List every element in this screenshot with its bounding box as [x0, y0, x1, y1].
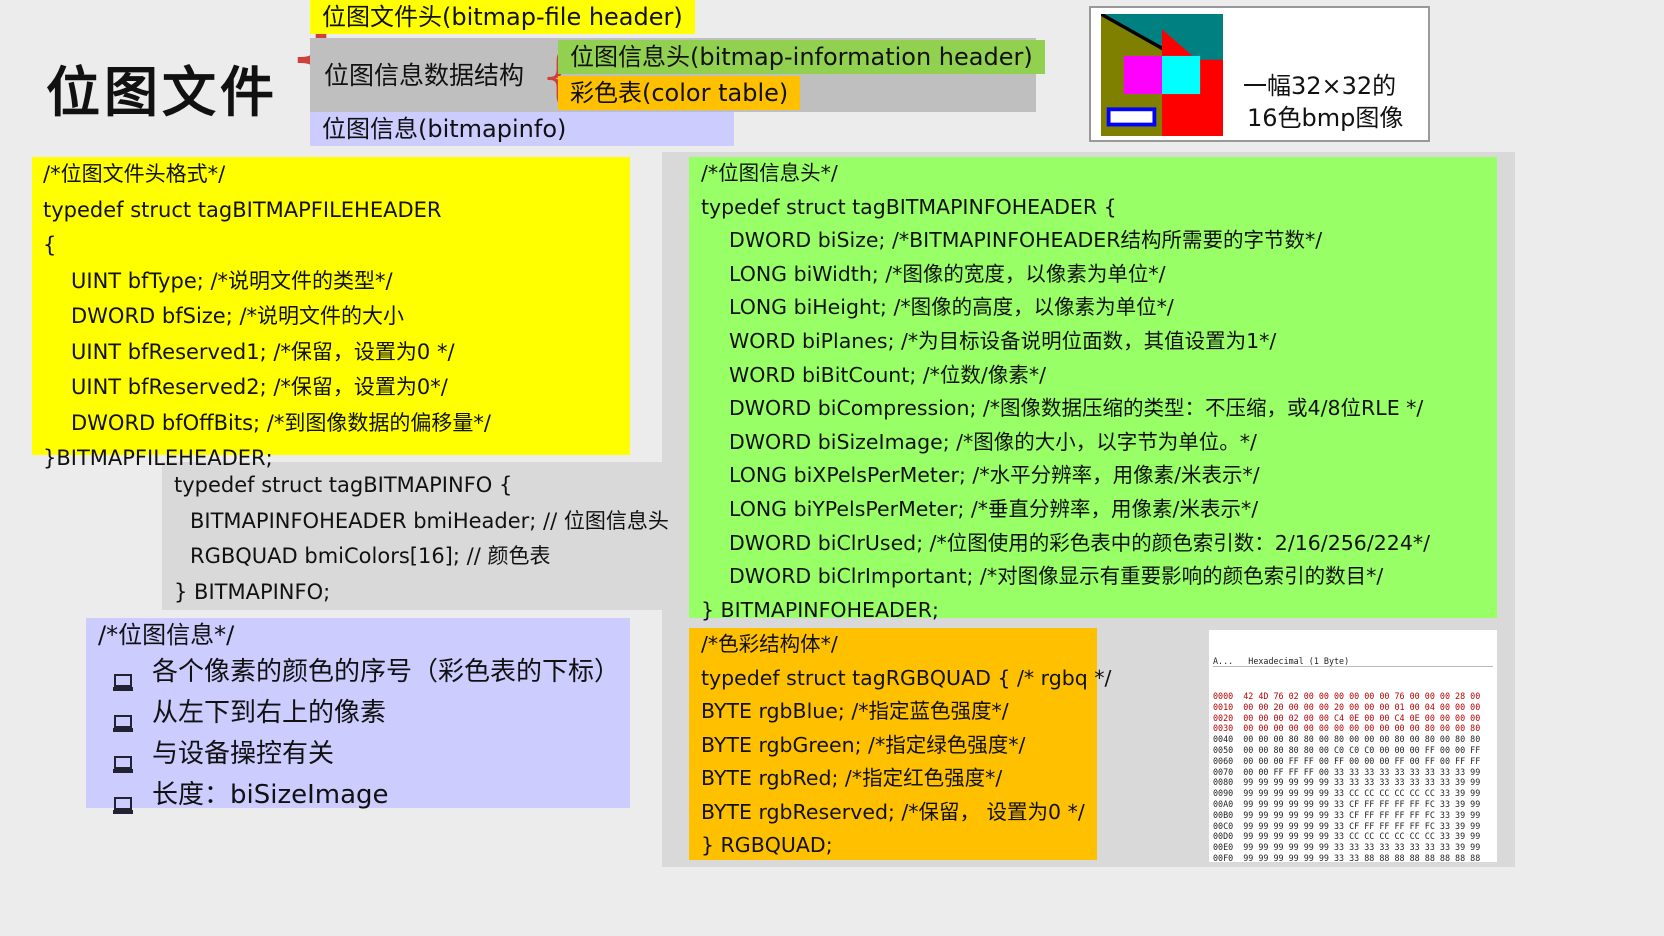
code-line: DWORD biClrImportant; /*对图像显示有重要影响的颜色索引的… [729, 564, 1384, 589]
computer-bullet-icon [112, 664, 134, 691]
code-line: RGBQUAD bmiColors[16]; // 颜色表 [190, 544, 551, 568]
image-caption-line1: 一幅32×32的 [1243, 72, 1397, 100]
label-info-header: 位图信息头(bitmap-information header) [558, 40, 1045, 74]
code-line: } RGBQUAD; [701, 833, 833, 857]
code-line: } BITMAPINFO; [174, 579, 331, 604]
bullet-text: 与设备操控有关 [152, 739, 335, 769]
code-line: { [43, 233, 57, 257]
code-line: typedef struct tagRGBQUAD { /* rgbq */ [701, 665, 1112, 690]
code-line: LONG biWidth; /*图像的宽度，以像素为单位*/ [729, 261, 1166, 286]
code-line: DWORD biSize; /*BITMAPINFOHEADER结构所需要的字节… [729, 228, 1323, 253]
hex-row: 0060 00 00 00 FF FF 00 FF 00 00 00 FF 00… [1213, 755, 1481, 766]
code-line: BYTE rgbRed; /*指定红色强度*/ [701, 766, 1003, 790]
hex-row: 00D0 99 99 99 99 99 99 33 CC CC CC CC CC… [1213, 831, 1481, 842]
computer-bullet-icon [112, 746, 134, 773]
hex-header: A... Hexadecimal (1 Byte) [1213, 656, 1493, 668]
code-line: UINT bfType; /*说明文件的类型*/ [71, 268, 393, 293]
computer-bullet-icon [112, 705, 134, 732]
hex-row: 00C0 99 99 99 99 99 99 33 CF FF FF FF FF… [1213, 820, 1481, 831]
page-title: 位图文件 [46, 60, 278, 124]
hex-row: 00F0 99 99 99 99 99 99 33 33 88 88 88 88… [1213, 852, 1481, 862]
bullet-item: 长度：biSizeImage [98, 775, 630, 816]
code-line: UINT bfReserved2; /*保留，设置为0*/ [71, 375, 448, 399]
hex-row: 00E0 99 99 99 99 99 99 33 33 33 33 33 33… [1213, 842, 1481, 853]
bullet-item: 各个像素的颜色的序号（彩色表的下标） [98, 652, 630, 693]
pixel-info-panel: /*位图信息*/ 各个像素的颜色的序号（彩色表的下标） 从左下到右上的像素 与设… [86, 618, 630, 814]
bitmapinfo-code-panel: typedef struct tagBITMAPINFO { BITMAPINF… [174, 468, 669, 610]
label-info-data-struct: 位图信息数据结构 [324, 61, 525, 90]
hex-rows: 0000 42 4D 76 02 00 00 00 00 00 00 76 00… [1213, 691, 1493, 862]
hex-row: 0070 00 00 FF FF FF 00 33 33 33 33 33 33… [1213, 766, 1481, 777]
info-header-code-panel: /*位图信息头*/ typedef struct tagBITMAPINFOHE… [689, 157, 1497, 622]
bullet-text: 各个像素的颜色的序号（彩色表的下标） [152, 657, 621, 687]
hex-viewer: A... Hexadecimal (1 Byte) 0000 42 4D 76 … [1209, 630, 1497, 862]
code-line: WORD biBitCount; /*位数/像素*/ [729, 362, 1046, 387]
pixel-info-heading: /*位图信息*/ [98, 621, 235, 649]
hex-row: 0020 00 00 00 02 00 00 C4 0E 00 00 C4 0E… [1213, 712, 1481, 723]
bullet-text: 从左下到右上的像素 [152, 698, 387, 728]
hex-row: 0040 00 00 00 80 80 00 80 00 00 00 80 00… [1213, 734, 1481, 745]
hex-row: 0000 42 4D 76 02 00 00 00 00 00 00 76 00… [1213, 690, 1481, 701]
bmp-sample-image [1101, 14, 1223, 136]
hex-row: 0010 00 00 20 00 00 00 20 00 00 00 01 00… [1213, 701, 1481, 712]
code-line: DWORD biCompression; /*图像数据压缩的类型：不压缩，或4/… [729, 396, 1424, 421]
hex-row: 00A0 99 99 99 99 99 99 33 CF FF FF FF FF… [1213, 798, 1481, 809]
code-line: WORD biPlanes; /*为目标设备说明位面数，其值设置为1*/ [729, 328, 1277, 353]
sample-image-box: 一幅32×32的 16色bmp图像 [1089, 6, 1430, 142]
code-line: BYTE rgbGreen; /*指定绿色强度*/ [701, 732, 1026, 757]
hex-row: 0030 00 00 00 00 00 00 00 00 00 00 00 00… [1213, 723, 1481, 734]
code-line: DWORD bfSize; /*说明文件的大小 [71, 304, 405, 328]
image-caption-line2: 16色bmp图像 [1247, 104, 1404, 132]
code-line: /*色彩结构体*/ [701, 632, 838, 656]
code-line: BYTE rgbBlue; /*指定蓝色强度*/ [701, 699, 1009, 723]
code-line: } BITMAPINFOHEADER; [701, 597, 939, 622]
code-line: DWORD biSizeImage; /*图像的大小，以字节为单位。*/ [729, 429, 1257, 454]
rgbquad-code-panel: /*色彩结构体*/ typedef struct tagRGBQUAD { /*… [689, 628, 1112, 860]
bullet-item: 从左下到右上的像素 [98, 693, 630, 734]
hex-row: 0080 99 99 99 99 99 99 33 33 33 33 33 33… [1213, 777, 1481, 788]
code-line: typedef struct tagBITMAPINFOHEADER { [701, 194, 1117, 219]
computer-bullet-icon [112, 787, 134, 814]
hex-row: 0050 00 00 80 80 80 00 C0 C0 C0 00 00 00… [1213, 744, 1481, 755]
code-line: LONG biHeight; /*图像的高度，以像素为单位*/ [729, 295, 1174, 320]
hex-row: 00B0 99 99 99 99 99 99 33 CF FF FF FF FF… [1213, 809, 1481, 820]
code-line: typedef struct tagBITMAPFILEHEADER [43, 197, 442, 222]
code-line: DWORD biClrUsed; /*位图使用的彩色表中的颜色索引数：2/16/… [729, 530, 1431, 555]
bullet-text: 长度：biSizeImage [152, 780, 389, 810]
label-bitmap-info: 位图信息(bitmapinfo) [310, 112, 734, 146]
code-line: UINT bfReserved1; /*保留，设置为0 */ [71, 339, 455, 364]
code-line: LONG biXPelsPerMeter; /*水平分辨率，用像素/米表示*/ [729, 463, 1260, 488]
file-header-code-panel: /*位图文件头格式*/ typedef struct tagBITMAPFILE… [32, 157, 630, 470]
code-line: DWORD bfOffBits; /*到图像数据的偏移量*/ [71, 410, 491, 435]
bullet-item: 与设备操控有关 [98, 734, 630, 775]
label-file-header: 位图文件头(bitmap-file header) [310, 0, 695, 34]
code-line: /*位图文件头格式*/ [43, 162, 226, 186]
code-line: BITMAPINFOHEADER bmiHeader; // 位图信息头 [190, 508, 669, 533]
code-line: BYTE rgbReserved; /*保留， 设置为0 */ [701, 799, 1085, 824]
code-line: /*位图信息头*/ [701, 161, 838, 185]
hex-row: 0090 99 99 99 99 99 99 33 CC CC CC CC CC… [1213, 788, 1481, 799]
code-line: LONG biYPelsPerMeter; /*垂直分辨率，用像素/米表示*/ [729, 496, 1259, 521]
label-color-table: 彩色表(color table) [558, 76, 801, 110]
code-line: typedef struct tagBITMAPINFO { [174, 473, 513, 497]
